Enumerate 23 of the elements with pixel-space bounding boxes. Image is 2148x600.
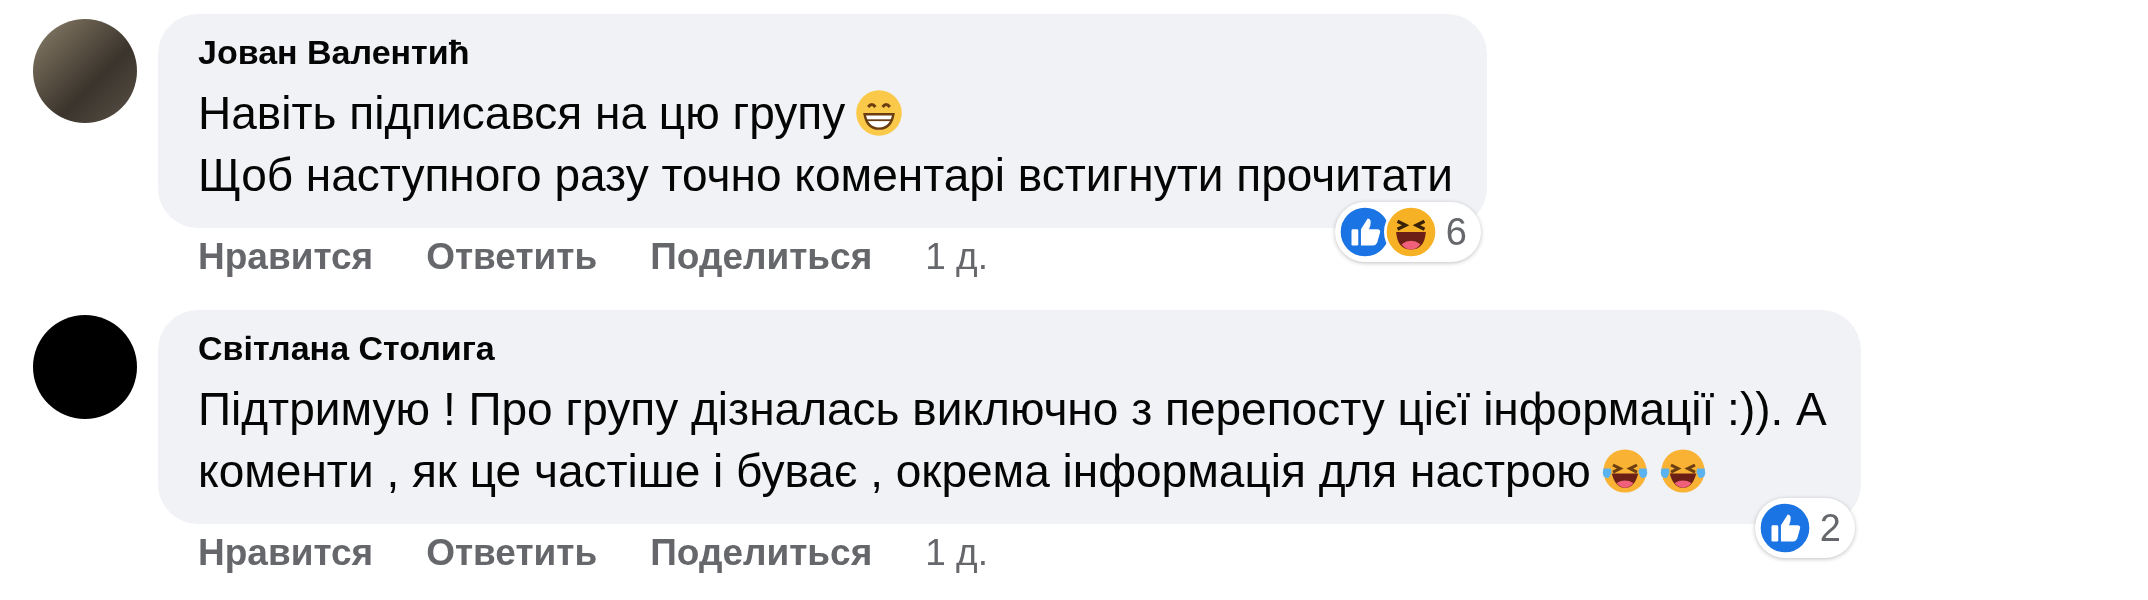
- laughing-tears-face-icon: [1658, 447, 1707, 495]
- author-name[interactable]: Світлана Столига: [198, 326, 1827, 370]
- comment-text-line: коменти , як це частіше і буває , окрема інформація для настрою: [198, 444, 1591, 498]
- comment-action-link[interactable]: Ответить: [426, 236, 598, 278]
- comment-action-link[interactable]: Поделиться: [650, 236, 873, 278]
- laughing-face-icon: [1383, 205, 1438, 259]
- reactions-badge[interactable]: 2: [1754, 498, 1855, 558]
- laughing-tears-face-icon: [1600, 447, 1649, 495]
- comment-text-line: Щоб наступного разу точно коментарі встигнути прочитати: [198, 148, 1453, 202]
- reactions-badge[interactable]: 6: [1334, 202, 1481, 262]
- author-name[interactable]: Јован Валентић: [198, 30, 1453, 74]
- comment-text-line: Підтримую ! Про групу дізналась виключно з перепосту цієї інформації :)). А: [198, 382, 1827, 436]
- thumbs-up-icon: [1757, 501, 1812, 555]
- reaction-count: 2: [1819, 506, 1841, 550]
- comment-action-link[interactable]: Ответить: [426, 532, 598, 574]
- comment-time[interactable]: 1 д.: [925, 236, 988, 278]
- comment-action-link[interactable]: Поделиться: [650, 532, 873, 574]
- comment-action-link[interactable]: Нравится: [198, 532, 374, 574]
- reaction-count: 6: [1445, 210, 1467, 254]
- comment-action-link[interactable]: Нравится: [198, 236, 374, 278]
- grinning-face-icon: [855, 89, 904, 137]
- comment-text-line: Навіть підписався на цю групу: [198, 86, 846, 140]
- comment-time[interactable]: 1 д.: [925, 532, 988, 574]
